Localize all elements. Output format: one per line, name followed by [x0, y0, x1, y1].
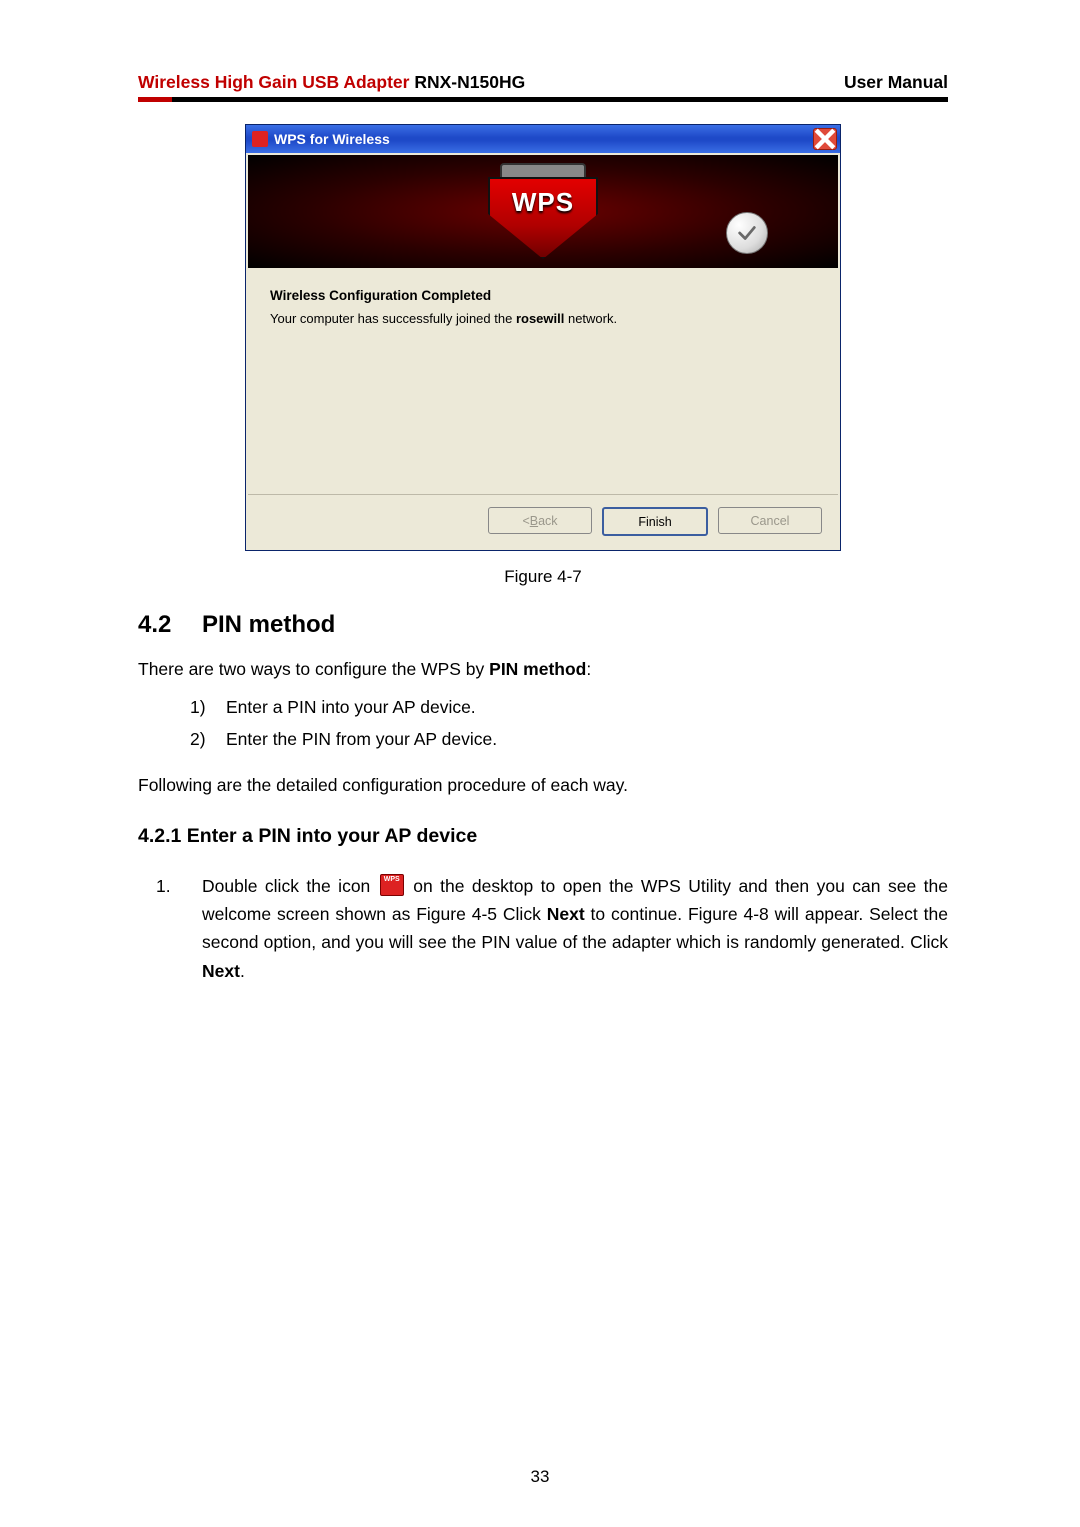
section-title: PIN method [202, 611, 335, 638]
figure-caption: Figure 4-7 [138, 567, 948, 587]
back-button: < Back [488, 507, 592, 534]
step-text: Double click the icon on the desktop to … [202, 872, 948, 985]
dialog-banner: WPS [248, 155, 838, 268]
product-name-red: Wireless High Gain USB Adapter [138, 72, 409, 92]
intro-post: : [586, 659, 591, 679]
network-name: rosewill [516, 311, 564, 326]
dialog-button-row: < Back Finish Cancel [246, 495, 840, 550]
list-text: Enter a PIN into your AP device. [226, 692, 476, 724]
intro-pre: There are two ways to configure the WPS … [138, 659, 489, 679]
dialog-content: Wireless Configuration Completed Your co… [246, 270, 840, 494]
wps-shield-icon: WPS [488, 163, 598, 259]
dialog-title: WPS for Wireless [274, 131, 390, 147]
section-4-2-1-heading: 4.2.1 Enter a PIN into your AP device [138, 825, 948, 848]
completion-heading: Wireless Configuration Completed [270, 288, 816, 303]
step-number: 1. [138, 872, 202, 985]
step-t4: . [240, 961, 245, 981]
list-item: 1)Enter a PIN into your AP device. [190, 692, 948, 724]
checkmark-ball-icon [726, 212, 768, 254]
step-next-2: Next [202, 961, 240, 981]
methods-list: 1)Enter a PIN into your AP device. 2)Ent… [190, 692, 948, 755]
msg-post: network. [564, 311, 617, 326]
close-icon [814, 128, 836, 150]
section-number: 4.2 [138, 611, 202, 639]
step-t1: Double click the icon [202, 876, 378, 896]
cancel-button: Cancel [718, 507, 822, 534]
step-1: 1. Double click the icon on the desktop … [138, 872, 948, 985]
step-next-1: Next [547, 904, 585, 924]
msg-pre: Your computer has successfully joined th… [270, 311, 516, 326]
page-number: 33 [0, 1467, 1080, 1487]
header-underline [138, 97, 948, 102]
completion-message: Your computer has successfully joined th… [270, 311, 816, 326]
section-4-2-heading: 4.2PIN method [138, 611, 948, 639]
header-right: User Manual [844, 72, 948, 93]
product-model: RNX-N150HG [409, 72, 525, 92]
wps-desktop-icon [380, 874, 404, 896]
dialog-titlebar: WPS for Wireless [246, 125, 840, 153]
intro-paragraph: There are two ways to configure the WPS … [138, 657, 948, 682]
page-header: Wireless High Gain USB Adapter RNX-N150H… [138, 72, 948, 97]
close-button[interactable] [813, 128, 837, 150]
app-icon [252, 131, 268, 147]
header-product: Wireless High Gain USB Adapter RNX-N150H… [138, 72, 525, 93]
following-paragraph: Following are the detailed configuration… [138, 773, 948, 798]
shield-text: WPS [512, 187, 574, 218]
intro-bold: PIN method [489, 659, 586, 679]
list-num: 1) [190, 692, 226, 724]
finish-button[interactable]: Finish [602, 507, 708, 536]
list-text: Enter the PIN from your AP device. [226, 724, 497, 756]
wps-dialog: WPS for Wireless WPS Wireless Configurat… [245, 124, 841, 551]
list-item: 2)Enter the PIN from your AP device. [190, 724, 948, 756]
list-num: 2) [190, 724, 226, 756]
